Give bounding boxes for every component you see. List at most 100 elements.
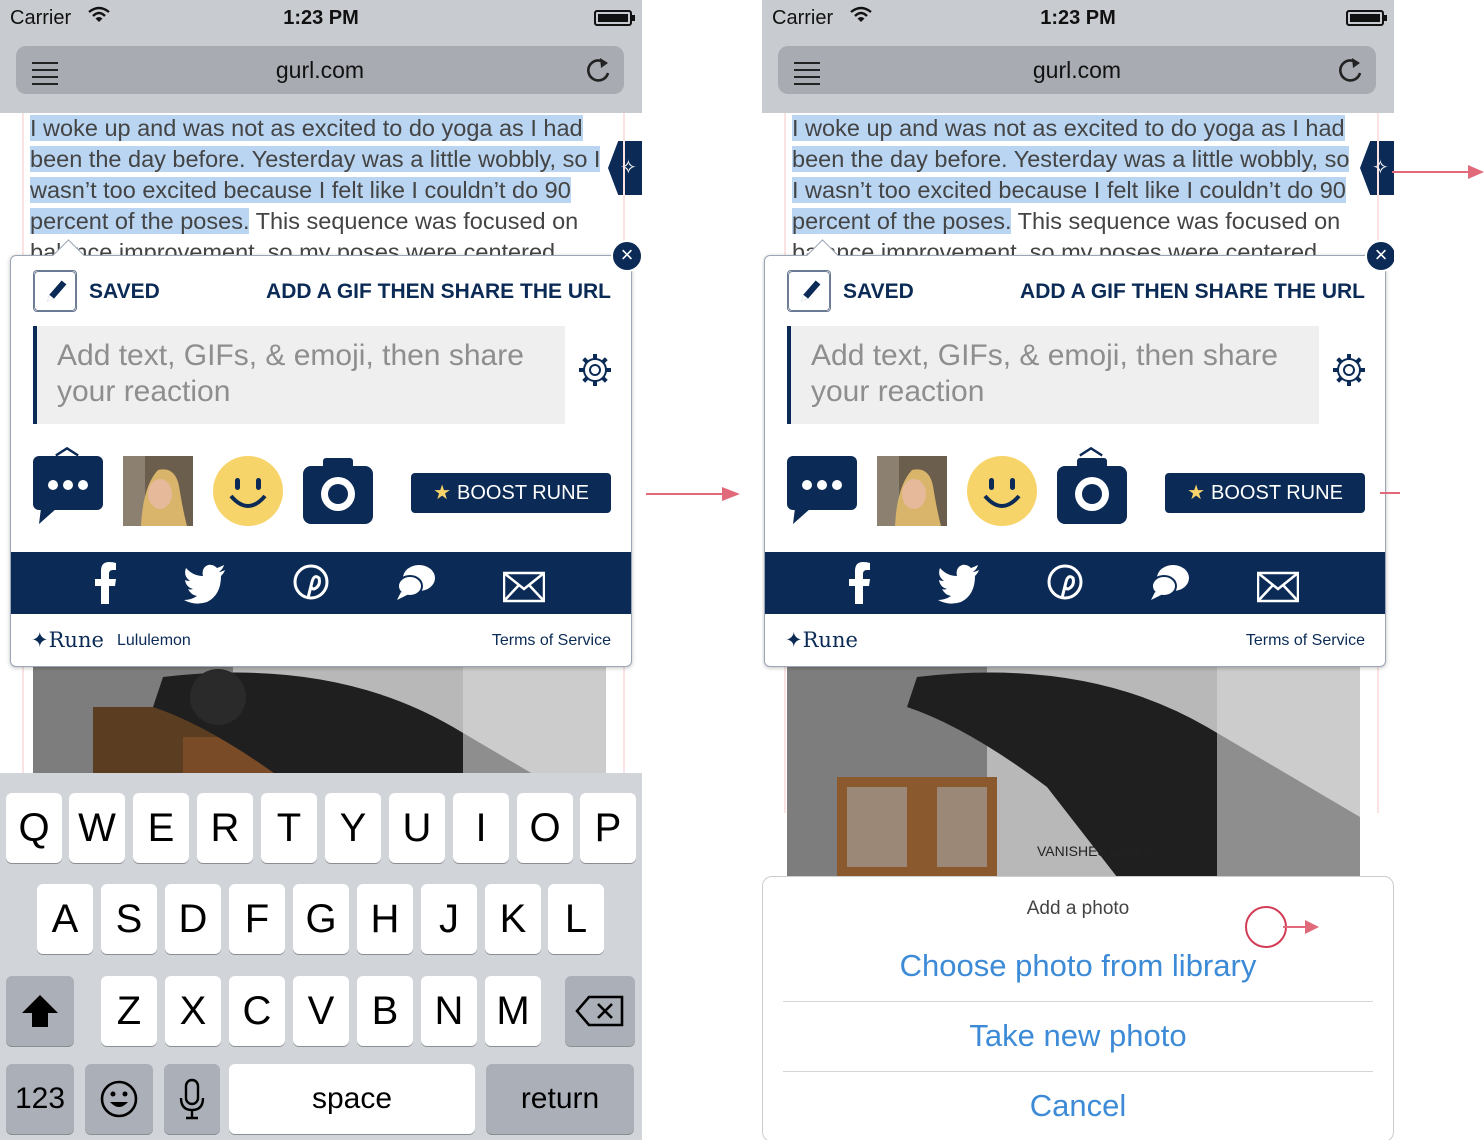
rune-share-widget: × SAVED ADD A GIF THEN SHARE THE URL Add…: [764, 239, 1394, 667]
key[interactable]: Z: [101, 976, 157, 1046]
key[interactable]: C: [229, 976, 285, 1046]
key[interactable]: K: [485, 884, 541, 954]
url-domain: gurl.com: [275, 57, 365, 83]
facebook-icon[interactable]: [845, 562, 875, 604]
key[interactable]: W: [69, 793, 125, 863]
mic-key[interactable]: [164, 1064, 220, 1134]
boost-rune-button[interactable]: ★ BOOST RUNE: [411, 473, 611, 513]
tap-indicator-icon: [1245, 906, 1287, 948]
ios-keyboard: Q W E R T Y U I O P A S D F G H J K L Z …: [0, 773, 642, 1140]
key[interactable]: S: [101, 884, 157, 954]
key[interactable]: R: [197, 793, 253, 863]
camera-icon[interactable]: [1057, 456, 1127, 526]
flow-arrow-icon: [646, 487, 740, 501]
mail-icon[interactable]: [1257, 566, 1299, 608]
reload-icon[interactable]: [584, 55, 612, 85]
boost-rune-button[interactable]: ★ BOOST RUNE: [1165, 473, 1365, 513]
pencil-icon[interactable]: [33, 270, 77, 312]
status-bar: Carrier 1:23 PM: [0, 0, 642, 38]
reaction-input[interactable]: Add text, GIFs, & emoji, then share your…: [33, 326, 565, 424]
key[interactable]: E: [133, 793, 189, 863]
article-paragraph: I woke up and was not as excited to do y…: [30, 113, 608, 268]
add-photo-action-sheet: Add a photo Choose photo from library Ta…: [762, 876, 1394, 1140]
shift-key[interactable]: [6, 976, 74, 1046]
address-bar[interactable]: gurl.com: [16, 46, 624, 94]
gif-thumbnail[interactable]: [877, 456, 947, 526]
flow-arrow-icon: [1392, 165, 1484, 179]
clock: 1:23 PM: [283, 7, 359, 29]
mail-icon[interactable]: [503, 566, 545, 608]
twitter-icon[interactable]: [937, 562, 981, 604]
key[interactable]: D: [165, 884, 221, 954]
rune-magic-wand-icon[interactable]: ✧: [608, 141, 642, 195]
key[interactable]: I: [453, 793, 509, 863]
star-icon: ★: [433, 482, 452, 504]
pinterest-icon[interactable]: [1047, 562, 1083, 604]
cta-label: ADD A GIF THEN SHARE THE URL: [266, 280, 611, 303]
key[interactable]: T: [261, 793, 317, 863]
comment-icon[interactable]: [33, 456, 103, 526]
close-icon[interactable]: ×: [611, 240, 642, 272]
chat-icon[interactable]: [1149, 562, 1191, 604]
key[interactable]: B: [357, 976, 413, 1046]
space-key[interactable]: space: [229, 1064, 475, 1134]
key[interactable]: H: [357, 884, 413, 954]
widget-header: SAVED ADD A GIF THEN SHARE THE URL: [787, 270, 1365, 314]
key[interactable]: U: [389, 793, 445, 863]
key[interactable]: A: [37, 884, 93, 954]
status-bar: Carrier 1:23 PM: [762, 0, 1394, 38]
twitter-icon[interactable]: [183, 562, 227, 604]
take-new-photo-button[interactable]: Take new photo: [783, 1001, 1373, 1072]
battery-icon: [594, 10, 635, 26]
browser-toolbar: gurl.com: [0, 38, 642, 113]
camera-icon[interactable]: [303, 456, 373, 526]
backspace-key[interactable]: [565, 976, 635, 1046]
saved-label: SAVED: [89, 280, 160, 303]
key[interactable]: L: [548, 884, 604, 954]
key[interactable]: N: [421, 976, 477, 1046]
key[interactable]: V: [293, 976, 349, 1046]
key[interactable]: F: [229, 884, 285, 954]
clock: 1:23 PM: [1040, 7, 1116, 29]
return-key[interactable]: return: [486, 1064, 634, 1134]
smiley-icon[interactable]: [213, 456, 283, 526]
pencil-icon[interactable]: [787, 270, 831, 312]
key[interactable]: O: [517, 793, 573, 863]
terms-of-service-link[interactable]: Terms of Service: [1246, 632, 1365, 650]
article-paragraph: I woke up and was not as excited to do y…: [792, 113, 1362, 268]
chat-icon[interactable]: [395, 562, 437, 604]
numbers-key[interactable]: 123: [6, 1064, 74, 1134]
gif-thumbnail[interactable]: [123, 456, 193, 526]
brand-label: Lululemon: [117, 632, 191, 649]
reload-icon[interactable]: [1336, 55, 1364, 85]
emoji-key[interactable]: [85, 1064, 153, 1134]
key[interactable]: G: [293, 884, 349, 954]
key[interactable]: X: [165, 976, 221, 1046]
cancel-button[interactable]: Cancel: [783, 1071, 1373, 1140]
facebook-icon[interactable]: [91, 562, 121, 604]
mic-icon: [179, 1078, 205, 1120]
rune-logo[interactable]: ✦Rune: [31, 628, 104, 652]
gear-icon[interactable]: [577, 352, 613, 388]
terms-of-service-link[interactable]: Terms of Service: [492, 632, 611, 650]
phone-screen-left: Carrier 1:23 PM gurl.com I woke up and w…: [0, 0, 642, 1140]
pinterest-icon[interactable]: [293, 562, 329, 604]
key[interactable]: Q: [6, 793, 62, 863]
address-bar[interactable]: gurl.com: [778, 46, 1376, 94]
browser-toolbar: gurl.com: [762, 38, 1394, 113]
widget-footer: ✦Rune Terms of Service: [765, 614, 1385, 666]
key[interactable]: Y: [325, 793, 381, 863]
close-icon[interactable]: ×: [1365, 240, 1394, 272]
reaction-input[interactable]: Add text, GIFs, & emoji, then share your…: [787, 326, 1319, 424]
gear-icon[interactable]: [1331, 352, 1367, 388]
rune-logo[interactable]: ✦Rune: [785, 628, 858, 652]
phone-screen-right: Carrier 1:23 PM gurl.com I woke up and w…: [762, 0, 1394, 1140]
choose-photo-from-library-button[interactable]: Choose photo from library: [783, 931, 1373, 1002]
comment-icon[interactable]: [787, 456, 857, 526]
key[interactable]: P: [580, 793, 636, 863]
key[interactable]: M: [485, 976, 541, 1046]
smiley-icon[interactable]: [967, 456, 1037, 526]
share-bar: [765, 552, 1385, 614]
share-bar: [11, 552, 631, 614]
key[interactable]: J: [421, 884, 477, 954]
